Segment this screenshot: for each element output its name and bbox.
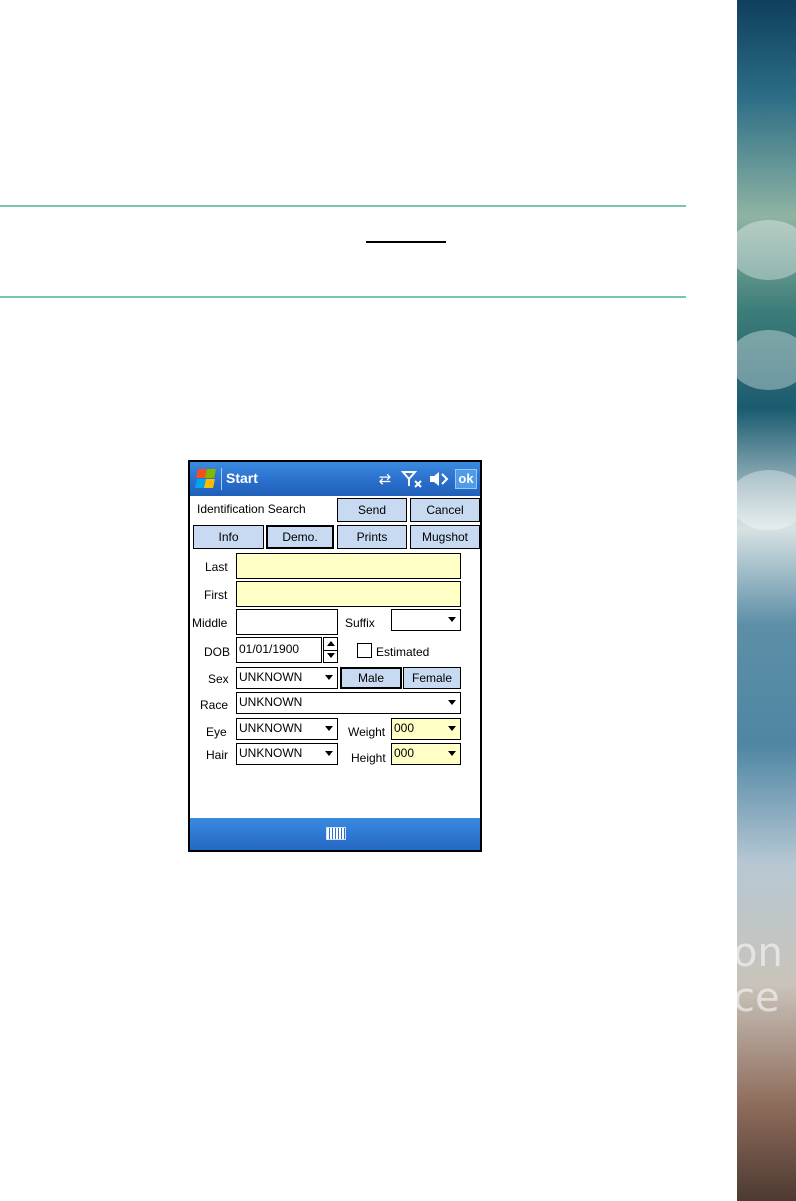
first-name-label: First bbox=[204, 588, 228, 602]
eye-value: UNKNOWN bbox=[239, 721, 303, 735]
height-value: 000 bbox=[394, 746, 415, 760]
weight-dropdown[interactable]: 000 bbox=[391, 718, 461, 740]
send-button[interactable]: Send bbox=[337, 498, 407, 522]
chevron-down-icon bbox=[325, 675, 333, 680]
ok-button[interactable]: ok bbox=[455, 469, 477, 489]
softkey-bar bbox=[190, 818, 480, 850]
height-dropdown[interactable]: 000 bbox=[391, 743, 461, 765]
first-name-field[interactable] bbox=[236, 581, 461, 607]
dob-label: DOB bbox=[204, 645, 231, 659]
last-name-field[interactable] bbox=[236, 553, 461, 579]
sex-dropdown[interactable]: UNKNOWN bbox=[236, 667, 338, 689]
middle-name-label: Middle bbox=[192, 616, 228, 630]
suffix-dropdown[interactable] bbox=[391, 609, 461, 631]
pocketpc-screen: Start ⇄ ok Identification Search Send Ca… bbox=[188, 460, 482, 852]
dob-field[interactable]: 01/01/1900 bbox=[236, 637, 322, 663]
ocean-wave-image: on ce bbox=[729, 0, 796, 1201]
hair-value: UNKNOWN bbox=[239, 746, 303, 760]
male-button[interactable]: Male bbox=[340, 667, 402, 689]
form-title: Identification Search bbox=[197, 502, 306, 516]
sex-value: UNKNOWN bbox=[239, 670, 303, 684]
middle-name-field[interactable] bbox=[236, 609, 338, 635]
eye-dropdown[interactable]: UNKNOWN bbox=[236, 718, 338, 740]
chevron-down-icon bbox=[448, 617, 456, 622]
eye-label: Eye bbox=[206, 725, 227, 739]
chevron-down-icon bbox=[325, 726, 333, 731]
title-bar: Start ⇄ ok bbox=[190, 462, 480, 496]
height-label: Height bbox=[351, 751, 386, 765]
spin-up-icon bbox=[327, 641, 335, 646]
last-name-label: Last bbox=[205, 560, 228, 574]
hair-dropdown[interactable]: UNKNOWN bbox=[236, 743, 338, 765]
tab-mugshot[interactable]: Mugshot bbox=[410, 525, 480, 549]
title-separator bbox=[221, 468, 222, 490]
top-divider bbox=[0, 205, 686, 207]
start-menu-label[interactable]: Start bbox=[226, 470, 258, 486]
tab-info[interactable]: Info bbox=[193, 525, 264, 549]
hair-label: Hair bbox=[206, 748, 229, 762]
windows-logo-icon[interactable] bbox=[195, 469, 216, 489]
chevron-down-icon bbox=[448, 726, 456, 731]
chevron-down-icon bbox=[448, 751, 456, 756]
race-label: Race bbox=[200, 698, 229, 712]
sex-label: Sex bbox=[208, 672, 229, 686]
bottom-divider bbox=[0, 296, 686, 298]
no-signal-icon[interactable] bbox=[401, 469, 423, 489]
speaker-icon[interactable] bbox=[427, 469, 451, 489]
sync-icon[interactable]: ⇄ bbox=[375, 469, 395, 489]
weight-value: 000 bbox=[394, 721, 415, 735]
estimated-label: Estimated bbox=[376, 645, 430, 659]
tab-demo[interactable]: Demo. bbox=[266, 525, 334, 549]
estimated-checkbox[interactable] bbox=[357, 643, 372, 658]
keyboard-icon[interactable] bbox=[326, 827, 346, 840]
side-image-text-2: ce bbox=[733, 975, 780, 1021]
side-image-text-1: on bbox=[733, 930, 783, 976]
chevron-down-icon bbox=[325, 751, 333, 756]
dob-spinner[interactable] bbox=[323, 637, 338, 663]
spin-down-icon bbox=[327, 653, 335, 658]
suffix-label: Suffix bbox=[345, 616, 375, 630]
race-value: UNKNOWN bbox=[239, 695, 303, 709]
short-underline bbox=[366, 241, 446, 243]
weight-label: Weight bbox=[348, 725, 386, 739]
female-button[interactable]: Female bbox=[403, 667, 461, 689]
tab-prints[interactable]: Prints bbox=[337, 525, 407, 549]
chevron-down-icon bbox=[448, 700, 456, 705]
race-dropdown[interactable]: UNKNOWN bbox=[236, 692, 461, 714]
cancel-button[interactable]: Cancel bbox=[410, 498, 480, 522]
